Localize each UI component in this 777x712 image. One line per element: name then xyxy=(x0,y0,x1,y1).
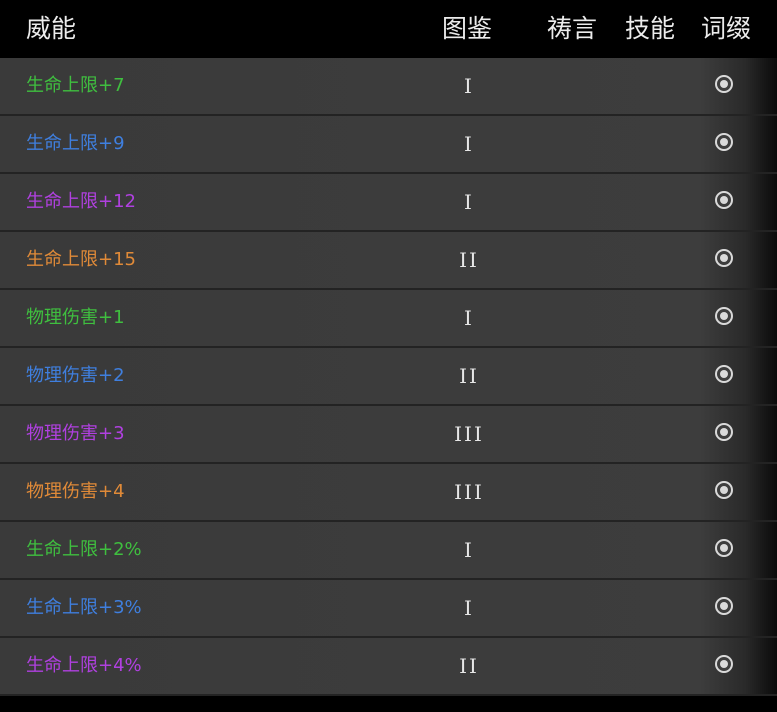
table-row[interactable]: 物理伤害+4 III xyxy=(0,464,777,522)
table-row[interactable]: 生命上限+7 I xyxy=(0,58,777,116)
column-header-affix[interactable]: 词缀 xyxy=(701,0,751,58)
affix-radio-icon[interactable] xyxy=(715,307,733,325)
column-header-name[interactable]: 威能 xyxy=(26,0,76,58)
power-name: 物理伤害+2 xyxy=(26,365,125,386)
affix-radio-icon[interactable] xyxy=(715,191,733,209)
power-name: 生命上限+9 xyxy=(26,133,125,154)
power-list: 生命上限+7 I 生命上限+9 I 生命上限+12 I 生命上限+15 II 物理伤害+1 I 物理… xyxy=(0,58,777,696)
power-name: 生命上限+15 xyxy=(26,249,136,270)
table-row[interactable]: 生命上限+2% I xyxy=(0,522,777,580)
affix-radio-icon[interactable] xyxy=(715,539,733,557)
affix-radio-icon[interactable] xyxy=(715,75,733,93)
codex-tier: I xyxy=(464,538,474,562)
codex-tier: I xyxy=(464,132,474,156)
column-header-prayer[interactable]: 祷言 xyxy=(547,0,597,58)
codex-tier: I xyxy=(464,74,474,98)
affix-radio-icon[interactable] xyxy=(715,365,733,383)
codex-tier: II xyxy=(459,654,479,678)
power-name: 生命上限+12 xyxy=(26,191,136,212)
table-row[interactable]: 物理伤害+2 II xyxy=(0,348,777,406)
codex-tier: I xyxy=(464,596,474,620)
codex-tier: II xyxy=(459,248,479,272)
codex-tier: III xyxy=(454,422,484,446)
table-row[interactable]: 生命上限+4% II xyxy=(0,638,777,696)
affix-radio-icon[interactable] xyxy=(715,249,733,267)
affix-radio-icon[interactable] xyxy=(715,423,733,441)
power-name: 物理伤害+3 xyxy=(26,423,125,444)
codex-tier: I xyxy=(464,190,474,214)
column-header-codex[interactable]: 图鉴 xyxy=(442,0,492,58)
table-row[interactable]: 物理伤害+1 I xyxy=(0,290,777,348)
column-header-skill[interactable]: 技能 xyxy=(625,0,675,58)
table-row[interactable]: 生命上限+3% I xyxy=(0,580,777,638)
power-name: 物理伤害+4 xyxy=(26,481,125,502)
table-row[interactable]: 生命上限+12 I xyxy=(0,174,777,232)
affix-radio-icon[interactable] xyxy=(715,655,733,673)
power-name: 生命上限+2% xyxy=(26,539,142,560)
power-name: 生命上限+3% xyxy=(26,597,142,618)
table-row[interactable]: 生命上限+9 I xyxy=(0,116,777,174)
table-row[interactable]: 生命上限+15 II xyxy=(0,232,777,290)
power-name: 物理伤害+1 xyxy=(26,307,125,328)
affix-radio-icon[interactable] xyxy=(715,481,733,499)
table-header: 威能 图鉴 祷言 技能 词缀 xyxy=(0,0,777,58)
codex-tier: II xyxy=(459,364,479,388)
affix-radio-icon[interactable] xyxy=(715,597,733,615)
power-name: 生命上限+7 xyxy=(26,75,125,96)
table-row[interactable]: 物理伤害+3 III xyxy=(0,406,777,464)
affix-radio-icon[interactable] xyxy=(715,133,733,151)
codex-tier: III xyxy=(454,480,484,504)
codex-tier: I xyxy=(464,306,474,330)
power-name: 生命上限+4% xyxy=(26,655,142,676)
